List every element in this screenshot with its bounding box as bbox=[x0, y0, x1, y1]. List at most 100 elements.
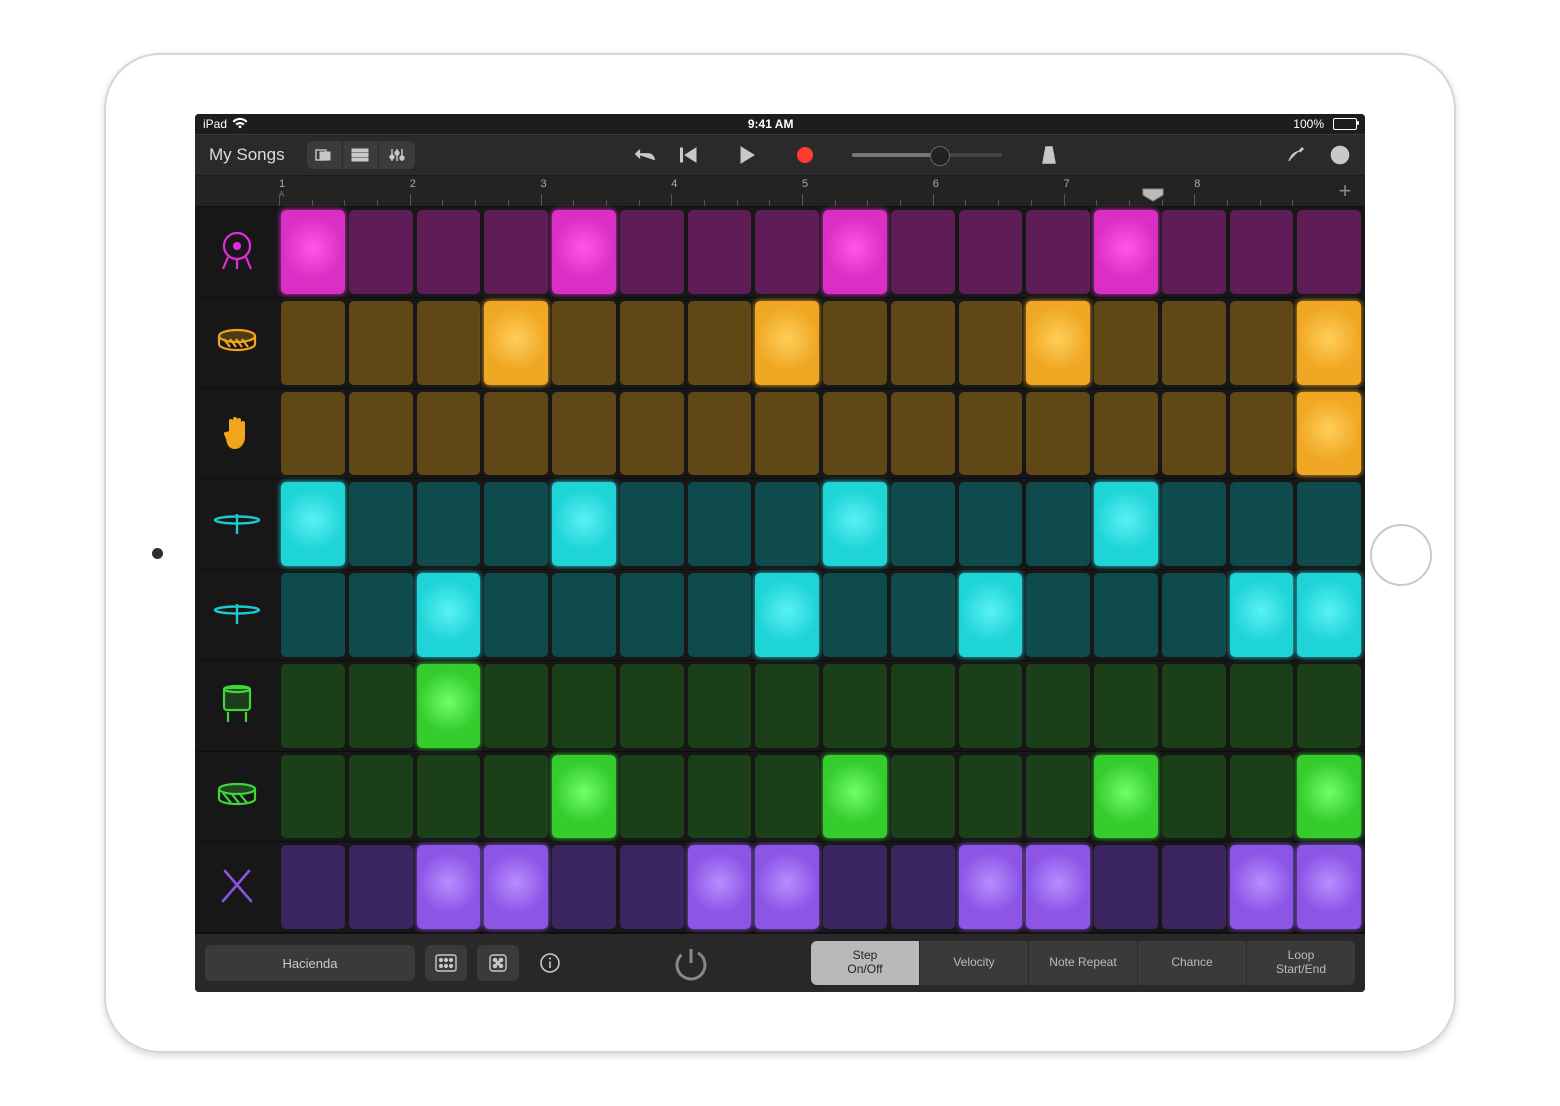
step-cell[interactable] bbox=[1297, 392, 1361, 476]
step-cell[interactable] bbox=[891, 755, 955, 839]
step-cell[interactable] bbox=[1297, 482, 1361, 566]
go-to-start-button[interactable] bbox=[672, 141, 706, 169]
step-cell[interactable] bbox=[891, 482, 955, 566]
step-cell[interactable] bbox=[417, 392, 481, 476]
step-cell[interactable] bbox=[823, 482, 887, 566]
add-section-button[interactable]: + bbox=[1325, 176, 1365, 206]
instrument-hihat-closed[interactable] bbox=[195, 479, 279, 570]
step-cell[interactable] bbox=[755, 210, 819, 294]
step-cell[interactable] bbox=[484, 301, 548, 385]
step-cell[interactable] bbox=[1162, 210, 1226, 294]
step-cell[interactable] bbox=[1094, 573, 1158, 657]
step-cell[interactable] bbox=[755, 755, 819, 839]
step-cell[interactable] bbox=[823, 755, 887, 839]
step-cell[interactable] bbox=[823, 845, 887, 929]
step-cell[interactable] bbox=[688, 392, 752, 476]
step-cell[interactable] bbox=[1026, 755, 1090, 839]
play-button[interactable] bbox=[730, 141, 764, 169]
pattern-button[interactable] bbox=[425, 945, 467, 981]
step-cell[interactable] bbox=[484, 392, 548, 476]
step-cell[interactable] bbox=[484, 755, 548, 839]
mode-step-on-off[interactable]: Step On/Off bbox=[811, 941, 920, 985]
step-cell[interactable] bbox=[1162, 301, 1226, 385]
step-cell[interactable] bbox=[1094, 301, 1158, 385]
step-cell[interactable] bbox=[484, 845, 548, 929]
step-cell[interactable] bbox=[755, 301, 819, 385]
step-cell[interactable] bbox=[959, 301, 1023, 385]
step-cell[interactable] bbox=[552, 210, 616, 294]
step-cell[interactable] bbox=[281, 482, 345, 566]
step-cell[interactable] bbox=[1230, 210, 1294, 294]
mixer-button[interactable] bbox=[379, 141, 415, 169]
step-cell[interactable] bbox=[823, 664, 887, 748]
step-cell[interactable] bbox=[281, 845, 345, 929]
step-cell[interactable] bbox=[1026, 392, 1090, 476]
instrument-clap[interactable] bbox=[195, 389, 279, 480]
step-cell[interactable] bbox=[1297, 210, 1361, 294]
step-cell[interactable] bbox=[1026, 301, 1090, 385]
step-cell[interactable] bbox=[1094, 664, 1158, 748]
step-cell[interactable] bbox=[417, 755, 481, 839]
step-cell[interactable] bbox=[281, 301, 345, 385]
step-cell[interactable] bbox=[1162, 573, 1226, 657]
step-cell[interactable] bbox=[620, 392, 684, 476]
step-cell[interactable] bbox=[620, 664, 684, 748]
step-cell[interactable] bbox=[417, 301, 481, 385]
step-cell[interactable] bbox=[417, 664, 481, 748]
step-cell[interactable] bbox=[688, 664, 752, 748]
home-button[interactable] bbox=[1370, 524, 1432, 586]
instrument-perc[interactable] bbox=[195, 842, 279, 933]
step-cell[interactable] bbox=[349, 301, 413, 385]
step-cell[interactable] bbox=[1094, 482, 1158, 566]
step-cell[interactable] bbox=[1162, 482, 1226, 566]
step-cell[interactable] bbox=[484, 573, 548, 657]
step-cell[interactable] bbox=[281, 755, 345, 839]
instrument-tom-lo[interactable] bbox=[195, 752, 279, 843]
step-cell[interactable] bbox=[1297, 664, 1361, 748]
step-cell[interactable] bbox=[1230, 392, 1294, 476]
step-cell[interactable] bbox=[1297, 573, 1361, 657]
step-cell[interactable] bbox=[620, 845, 684, 929]
step-cell[interactable] bbox=[959, 573, 1023, 657]
step-cell[interactable] bbox=[688, 210, 752, 294]
step-cell[interactable] bbox=[484, 482, 548, 566]
step-cell[interactable] bbox=[349, 482, 413, 566]
step-cell[interactable] bbox=[1297, 845, 1361, 929]
library-button[interactable]: My Songs bbox=[203, 145, 291, 165]
step-cell[interactable] bbox=[755, 664, 819, 748]
instrument-tom-hi[interactable] bbox=[195, 661, 279, 752]
power-button[interactable] bbox=[666, 938, 716, 988]
step-cell[interactable] bbox=[1026, 573, 1090, 657]
step-cell[interactable] bbox=[552, 573, 616, 657]
step-cell[interactable] bbox=[620, 482, 684, 566]
step-cell[interactable] bbox=[959, 755, 1023, 839]
step-cell[interactable] bbox=[1297, 301, 1361, 385]
mode-loop-start-end[interactable]: Loop Start/End bbox=[1247, 941, 1355, 985]
step-cell[interactable] bbox=[1230, 845, 1294, 929]
step-cell[interactable] bbox=[349, 664, 413, 748]
step-cell[interactable] bbox=[755, 573, 819, 657]
record-button[interactable] bbox=[788, 141, 822, 169]
step-cell[interactable] bbox=[959, 482, 1023, 566]
step-cell[interactable] bbox=[417, 573, 481, 657]
step-cell[interactable] bbox=[1162, 755, 1226, 839]
step-cell[interactable] bbox=[688, 845, 752, 929]
step-cell[interactable] bbox=[1230, 573, 1294, 657]
step-cell[interactable] bbox=[552, 482, 616, 566]
step-cell[interactable] bbox=[620, 301, 684, 385]
step-cell[interactable] bbox=[688, 573, 752, 657]
step-cell[interactable] bbox=[1230, 301, 1294, 385]
step-cell[interactable] bbox=[349, 755, 413, 839]
preset-selector[interactable]: Hacienda bbox=[205, 945, 415, 981]
step-cell[interactable] bbox=[891, 664, 955, 748]
step-cell[interactable] bbox=[1297, 755, 1361, 839]
instrument-snare[interactable] bbox=[195, 298, 279, 389]
help-button[interactable] bbox=[1323, 141, 1357, 169]
step-cell[interactable] bbox=[281, 392, 345, 476]
step-cell[interactable] bbox=[1026, 482, 1090, 566]
step-cell[interactable] bbox=[755, 845, 819, 929]
step-cell[interactable] bbox=[959, 845, 1023, 929]
step-cell[interactable] bbox=[891, 210, 955, 294]
step-cell[interactable] bbox=[1094, 755, 1158, 839]
step-cell[interactable] bbox=[417, 210, 481, 294]
